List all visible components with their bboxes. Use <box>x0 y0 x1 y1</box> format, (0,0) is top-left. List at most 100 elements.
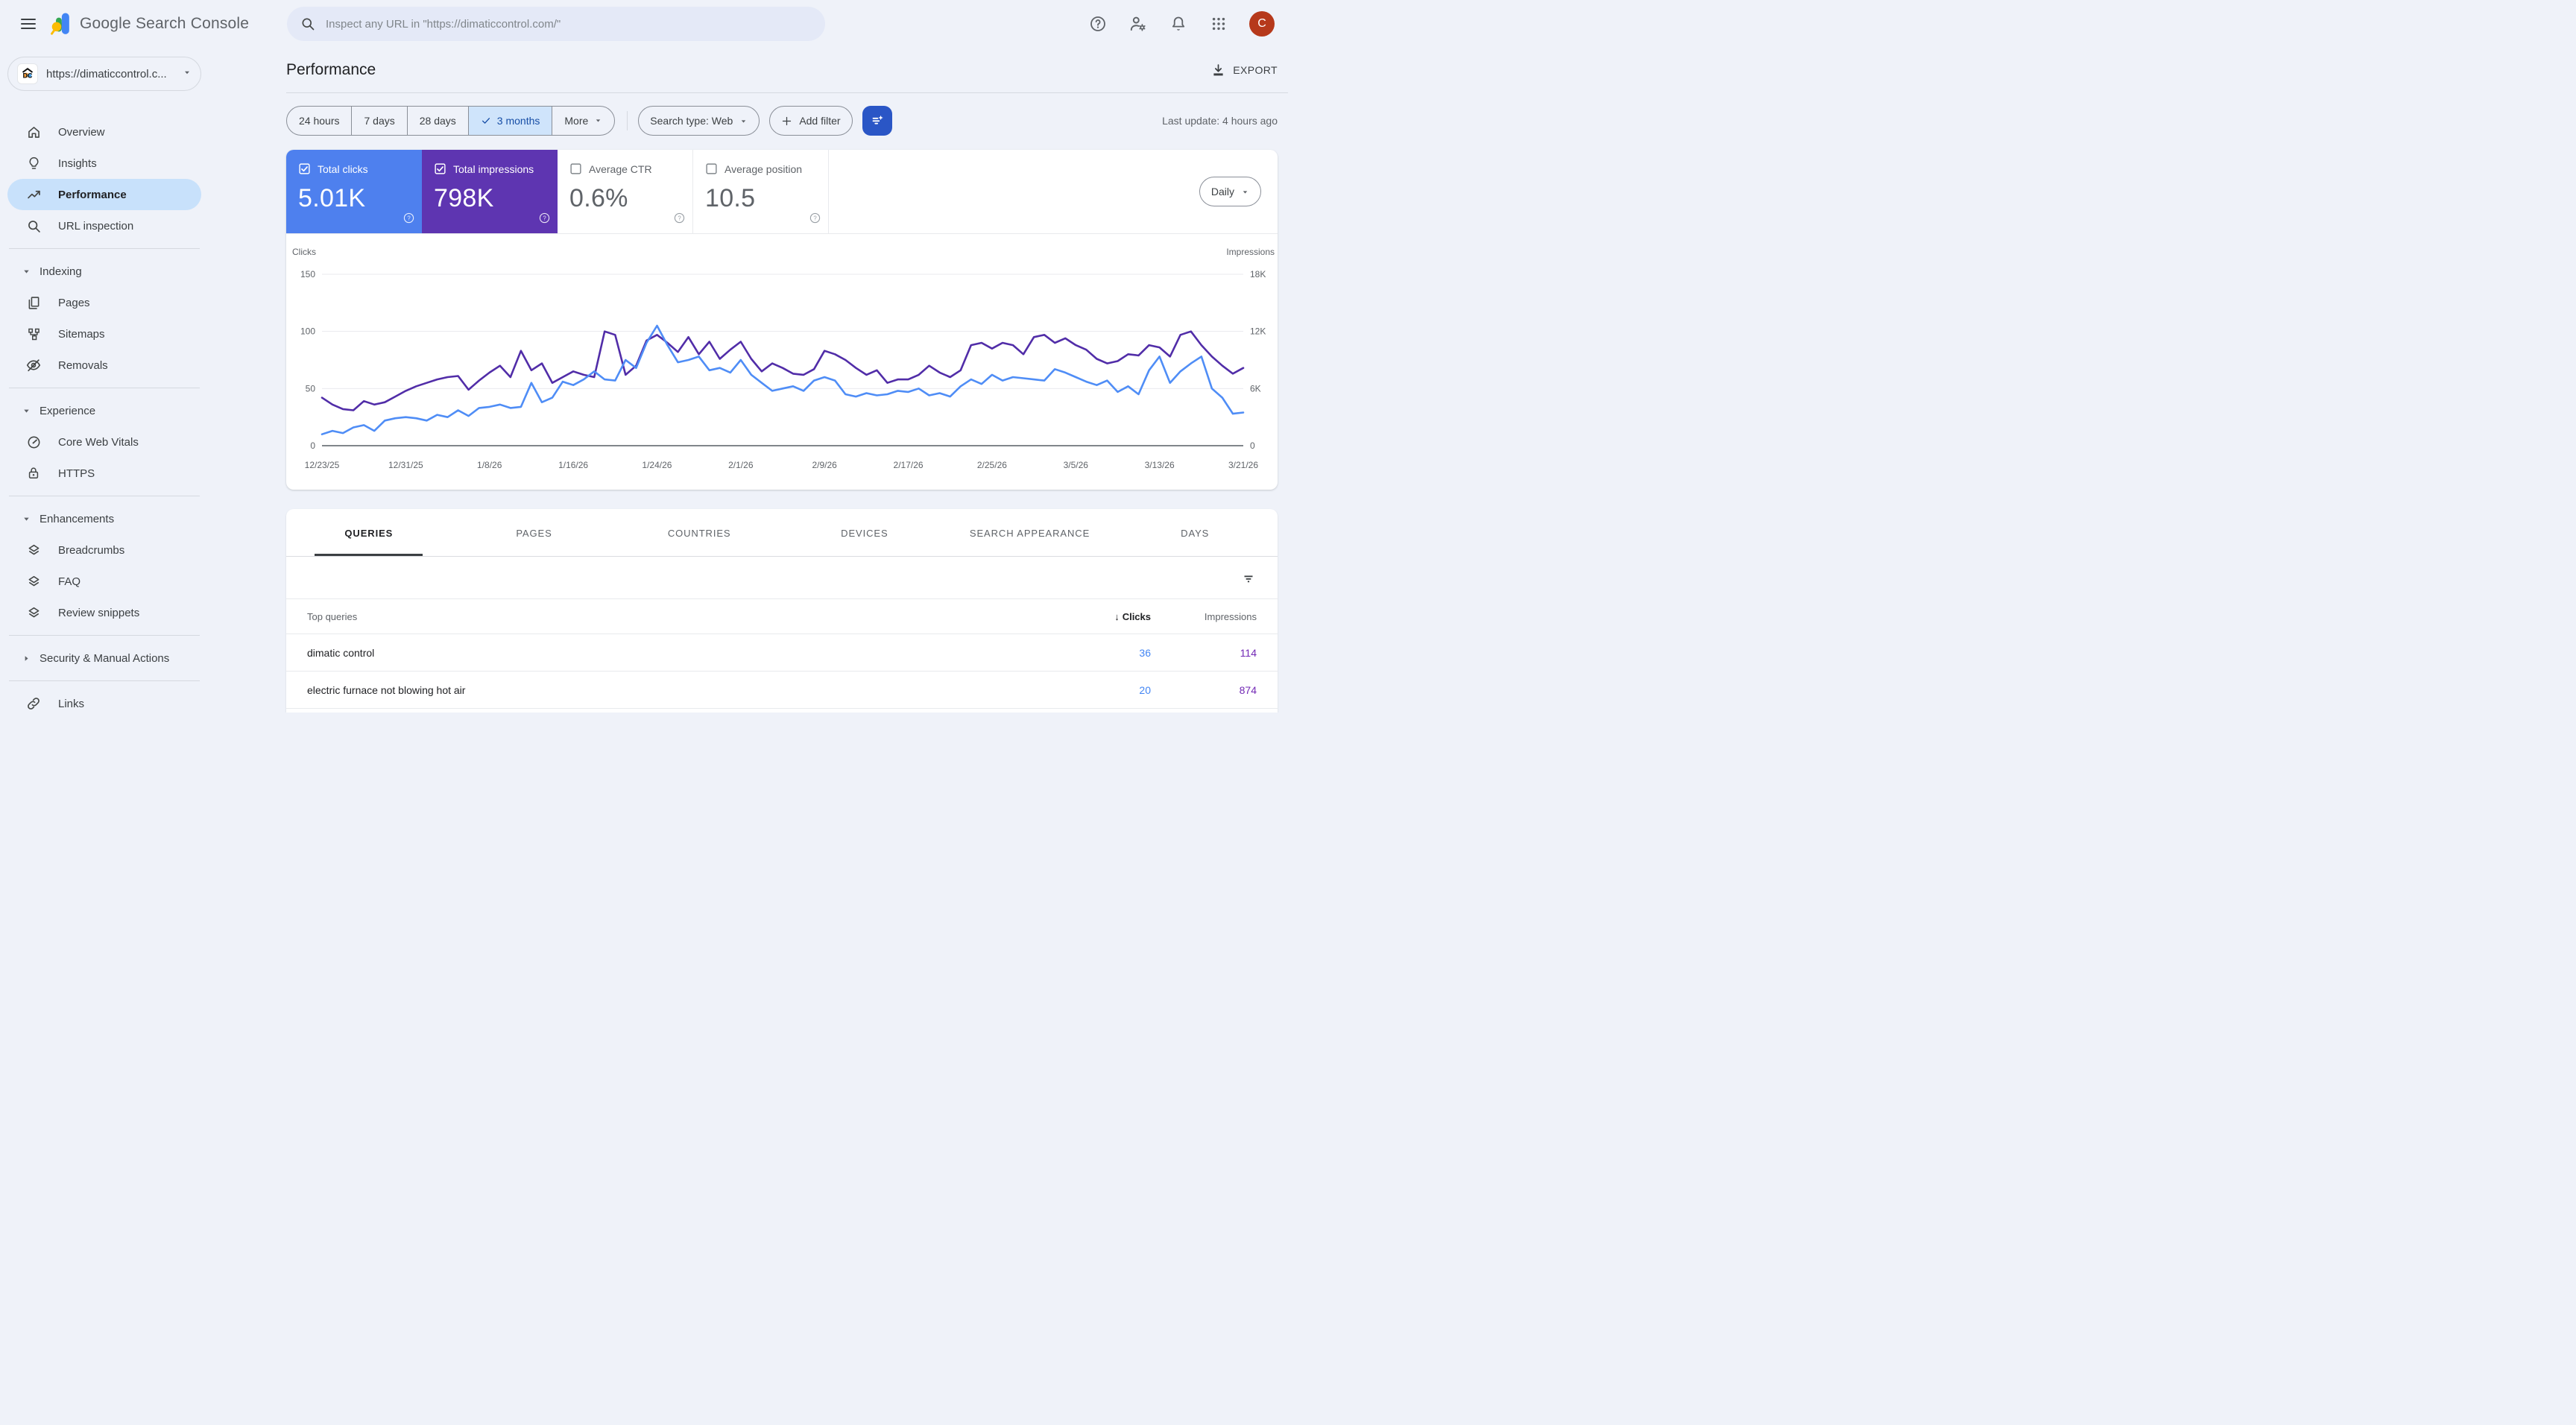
check-icon <box>481 116 491 126</box>
header-divider <box>286 92 1288 93</box>
performance-card: Total clicks5.01K?Total impressions798K?… <box>286 150 1278 490</box>
sidebar-item-review-snippets[interactable]: Review snippets <box>7 597 201 628</box>
metric-cards: Total clicks5.01K?Total impressions798K?… <box>286 150 1278 234</box>
sidebar-section-enhancements[interactable]: Enhancements <box>7 503 201 534</box>
tab-countries[interactable]: COUNTRIES <box>616 509 782 556</box>
help-icon[interactable]: ? <box>402 212 415 228</box>
help-icon[interactable]: ? <box>809 212 821 228</box>
metric-card-total-impressions[interactable]: Total impressions798K? <box>422 150 558 233</box>
metric-card-average-position[interactable]: Average position10.5? <box>693 150 829 233</box>
add-filter-button[interactable]: Add filter <box>769 106 852 136</box>
caret-down-icon <box>19 268 33 276</box>
column-clicks-sort[interactable]: ↓Clicks <box>1032 611 1151 622</box>
sidebar-item-overview[interactable]: Overview <box>7 116 201 148</box>
sidebar-item-breadcrumbs[interactable]: Breadcrumbs <box>7 534 201 566</box>
url-inspect-input[interactable] <box>326 18 812 31</box>
help-icon[interactable]: ? <box>673 212 686 228</box>
sidebar-divider <box>9 680 200 681</box>
help-icon: ? <box>402 212 415 224</box>
sidebar-item-core-web-vitals[interactable]: Core Web Vitals <box>7 426 201 458</box>
layers-icon <box>25 573 42 590</box>
sidebar-section-indexing[interactable]: Indexing <box>7 256 201 287</box>
caret-down-icon <box>19 515 33 523</box>
tab-pages[interactable]: PAGES <box>452 509 617 556</box>
download-icon <box>1210 63 1226 78</box>
sidebar-item-removals[interactable]: Removals <box>7 350 201 381</box>
main-content: Performance EXPORT 24 hours7 days28 days… <box>209 48 1288 712</box>
sidebar-item-url-inspection[interactable]: URL inspection <box>7 210 201 241</box>
search-type-dropdown[interactable]: Search type: Web <box>638 106 760 136</box>
filter-row: 24 hours7 days28 days3 monthsMore Search… <box>286 106 1278 136</box>
sidebar-item-links[interactable]: Links <box>7 688 201 712</box>
filter-list-icon[interactable] <box>1240 569 1257 586</box>
pages-icon <box>25 294 42 311</box>
tab-days[interactable]: DAYS <box>1112 509 1278 556</box>
svg-text:100: 100 <box>300 326 315 337</box>
eye-off-icon <box>25 357 42 373</box>
svg-text:18K: 18K <box>1250 269 1266 279</box>
tab-devices[interactable]: DEVICES <box>782 509 947 556</box>
url-inspect-search-bar[interactable] <box>287 7 825 41</box>
checkbox-unchecked-icon <box>569 162 582 175</box>
svg-text:?: ? <box>678 215 681 221</box>
hamburger-menu-icon[interactable] <box>13 9 43 39</box>
tab-search-appearance[interactable]: SEARCH APPEARANCE <box>947 509 1113 556</box>
link-icon <box>25 695 42 712</box>
property-selector[interactable]: DC https://dimaticcontrol.c... <box>7 57 201 91</box>
date-range-3-months[interactable]: 3 months <box>468 107 552 135</box>
checkbox-checked-icon <box>434 162 446 175</box>
sidebar-item-performance[interactable]: Performance <box>7 179 201 210</box>
apps-grid-icon[interactable] <box>1209 14 1228 34</box>
help-icon[interactable] <box>1088 14 1108 34</box>
column-top-queries[interactable]: Top queries <box>286 611 1032 622</box>
svg-text:3/5/26: 3/5/26 <box>1064 460 1089 470</box>
account-avatar[interactable]: C <box>1249 11 1275 37</box>
svg-text:2/9/26: 2/9/26 <box>812 460 837 470</box>
user-settings-icon[interactable] <box>1128 14 1148 34</box>
performance-chart: ClicksImpressions05010015006K12K18K12/23… <box>288 243 1279 478</box>
date-range-7-days[interactable]: 7 days <box>351 107 406 135</box>
date-range-28-days[interactable]: 28 days <box>407 107 468 135</box>
svg-text:?: ? <box>407 215 411 221</box>
layers-icon <box>25 542 42 558</box>
sidebar-item-https[interactable]: HTTPS <box>7 458 201 489</box>
notifications-bell-icon[interactable] <box>1169 14 1188 34</box>
help-icon[interactable]: ? <box>538 212 551 228</box>
sidebar: DC https://dimaticcontrol.c... OverviewI… <box>0 48 209 712</box>
metric-value: 5.01K <box>298 184 410 213</box>
search-console-logo-icon[interactable] <box>51 13 71 35</box>
svg-text:Impressions: Impressions <box>1226 247 1275 257</box>
series-impressions <box>322 332 1243 411</box>
top-bar: Google Search Console C <box>0 0 1288 48</box>
export-button[interactable]: EXPORT <box>1210 63 1278 78</box>
sidebar-section-security-manual-actions[interactable]: Security & Manual Actions <box>7 642 201 674</box>
product-name: Google Search Console <box>80 15 249 33</box>
property-url: https://dimaticcontrol.c... <box>46 68 180 80</box>
impressions-cell: 874 <box>1151 684 1278 696</box>
date-range-24-hours[interactable]: 24 hours <box>287 107 351 135</box>
sidebar-item-faq[interactable]: FAQ <box>7 566 201 597</box>
granularity-dropdown[interactable]: Daily <box>1199 177 1261 206</box>
table-row[interactable]: dimatic control36114 <box>286 634 1278 672</box>
chevron-down-icon <box>183 67 192 80</box>
clicks-cell: 36 <box>1032 647 1151 659</box>
chart-area: ClicksImpressions05010015006K12K18K12/23… <box>286 234 1278 490</box>
last-update-text: Last update: 4 hours ago <box>1162 115 1278 127</box>
sidebar-item-sitemaps[interactable]: Sitemaps <box>7 318 201 350</box>
date-range-more-dropdown[interactable]: More <box>552 107 614 135</box>
sidebar-item-pages[interactable]: Pages <box>7 287 201 318</box>
tab-queries[interactable]: QUERIES <box>286 509 452 556</box>
table-row[interactable]: electric furnace not blowing hot air2087… <box>286 672 1278 709</box>
site-favicon: DC <box>17 63 38 84</box>
sidebar-item-insights[interactable]: Insights <box>7 148 201 179</box>
smart-filter-button[interactable] <box>862 106 892 136</box>
column-impressions[interactable]: Impressions <box>1151 611 1278 622</box>
svg-text:6K: 6K <box>1250 383 1261 394</box>
bulb-icon <box>25 155 42 171</box>
metric-label: Average CTR <box>589 163 652 175</box>
caret-down-icon <box>19 407 33 415</box>
metric-card-average-ctr[interactable]: Average CTR0.6%? <box>558 150 693 233</box>
metric-card-total-clicks[interactable]: Total clicks5.01K? <box>286 150 422 233</box>
sidebar-section-experience[interactable]: Experience <box>7 395 201 426</box>
svg-text:1/16/26: 1/16/26 <box>558 460 588 470</box>
